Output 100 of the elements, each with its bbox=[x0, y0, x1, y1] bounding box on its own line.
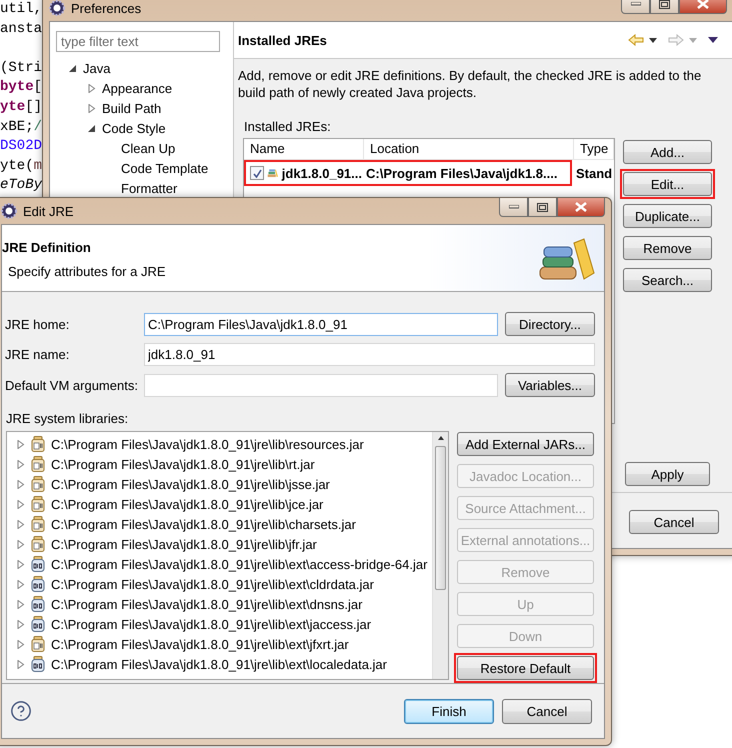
input-field[interactable] bbox=[144, 374, 498, 396]
browse-button[interactable]: Variables... bbox=[505, 373, 595, 397]
cancel-button[interactable]: Cancel bbox=[629, 510, 719, 534]
code-line: byte[ bbox=[0, 78, 42, 98]
tree-item[interactable]: Appearance bbox=[102, 80, 172, 96]
collapsed-arrow-icon[interactable] bbox=[16, 620, 25, 628]
jar-icon bbox=[31, 476, 45, 492]
library-item[interactable]: C:\Program Files\Java\jdk1.8.0_91\jre\lib\charsets.jar bbox=[51, 516, 356, 532]
field-label: JRE name: bbox=[5, 347, 70, 362]
description-text: Add, remove or edit JRE definitions. By default, the checked JRE is added to the build path of newly created Java projects. bbox=[238, 67, 702, 101]
library-item[interactable]: C:\Program Files\Java\jdk1.8.0_91\jre\lib\ext\localedata.jar bbox=[51, 656, 387, 672]
collapsed-arrow-icon[interactable] bbox=[16, 640, 25, 648]
code-line: yte[] bbox=[0, 98, 42, 117]
library-item[interactable]: C:\Program Files\Java\jdk1.8.0_91\jre\lib\resources.jar bbox=[51, 436, 364, 452]
collapsed-arrow-icon[interactable] bbox=[16, 480, 25, 488]
jre-action-button[interactable]: Add... bbox=[623, 140, 712, 164]
maximize-icon bbox=[537, 202, 548, 212]
jar-icon bbox=[31, 616, 45, 632]
collapsed-arrow-icon[interactable] bbox=[16, 660, 25, 668]
library-item[interactable]: C:\Program Files\Java\jdk1.8.0_91\jre\lib\jfr.jar bbox=[51, 536, 317, 552]
jar-icon bbox=[31, 636, 45, 652]
close-button[interactable] bbox=[557, 198, 605, 217]
dropdown-icon[interactable] bbox=[649, 38, 657, 42]
jre-action-button[interactable]: Edit... bbox=[623, 172, 712, 196]
window-title: Edit JRE bbox=[23, 204, 74, 218]
tree-item[interactable]: Java bbox=[83, 60, 110, 76]
field-label: JRE home: bbox=[5, 316, 70, 332]
jar-icon bbox=[31, 516, 45, 532]
library-item[interactable]: C:\Program Files\Java\jdk1.8.0_91\jre\lib\jce.jar bbox=[51, 496, 324, 512]
maximize-button[interactable] bbox=[650, 0, 679, 14]
library-item[interactable]: C:\Program Files\Java\jdk1.8.0_91\jre\lib\rt.jar bbox=[51, 456, 315, 472]
page-title: Installed JREs bbox=[238, 32, 327, 48]
input-field[interactable]: C:\Program Files\Java\jdk1.8.0_91 bbox=[144, 312, 498, 336]
jar-icon bbox=[31, 556, 45, 572]
library-action-button[interactable]: Add External JARs... bbox=[457, 432, 594, 456]
app-icon bbox=[1, 203, 17, 219]
table-cell: jdk1.8.0_91... bbox=[282, 166, 362, 180]
window-title: Preferences bbox=[71, 0, 142, 16]
dialog-button[interactable]: Cancel bbox=[502, 698, 592, 724]
code-line: DS02D bbox=[0, 137, 42, 156]
libraries-label: JRE system libraries: bbox=[6, 411, 130, 426]
collapsed-arrow-icon[interactable] bbox=[16, 500, 25, 508]
jre-action-button[interactable]: Search... bbox=[623, 268, 712, 292]
table-label: Installed JREs: bbox=[244, 119, 332, 134]
code-line: (Stri bbox=[0, 58, 42, 78]
jar-icon bbox=[31, 436, 45, 452]
collapsed-arrow-icon[interactable] bbox=[16, 560, 25, 568]
view-menu-icon[interactable] bbox=[708, 37, 718, 43]
column-header[interactable]: Name bbox=[244, 139, 364, 159]
collapsed-arrow-icon[interactable] bbox=[87, 104, 96, 112]
help-icon[interactable] bbox=[10, 700, 32, 722]
forward-arrow-icon[interactable] bbox=[668, 34, 684, 46]
column-header[interactable]: Location bbox=[364, 139, 574, 159]
tree-item[interactable]: Code Style bbox=[102, 120, 166, 136]
library-action-button[interactable]: Restore Default bbox=[457, 656, 594, 680]
collapsed-arrow-icon[interactable] bbox=[16, 460, 25, 468]
jre-action-button[interactable]: Duplicate... bbox=[623, 204, 712, 228]
library-item[interactable]: C:\Program Files\Java\jdk1.8.0_91\jre\lib\ext\jaccess.jar bbox=[51, 616, 372, 632]
jre-action-button[interactable]: Remove bbox=[623, 236, 712, 260]
apply-button[interactable]: Apply bbox=[625, 462, 710, 486]
code-line: eToBy bbox=[0, 176, 42, 196]
jar-icon bbox=[31, 536, 45, 552]
tree-item[interactable]: Clean Up bbox=[121, 140, 176, 156]
table-cell: Stand bbox=[576, 166, 612, 180]
collapsed-arrow-icon[interactable] bbox=[87, 84, 96, 92]
tree-item[interactable]: Code Template bbox=[121, 160, 208, 176]
library-item[interactable]: C:\Program Files\Java\jdk1.8.0_91\jre\lib\ext\cldrdata.jar bbox=[51, 576, 374, 592]
minimize-button[interactable] bbox=[621, 0, 650, 14]
collapsed-arrow-icon[interactable] bbox=[16, 580, 25, 588]
collapsed-arrow-icon[interactable] bbox=[16, 520, 25, 528]
browse-button[interactable]: Directory... bbox=[505, 312, 595, 336]
close-button[interactable] bbox=[679, 0, 727, 14]
tree-item[interactable]: Formatter bbox=[121, 180, 178, 196]
filter-field[interactable]: type filter text bbox=[56, 31, 220, 52]
books-icon bbox=[267, 167, 279, 179]
tree-item[interactable]: Build Path bbox=[102, 100, 162, 116]
jar-icon bbox=[31, 576, 45, 592]
back-arrow-icon[interactable] bbox=[628, 34, 644, 46]
expanded-arrow-icon[interactable] bbox=[87, 124, 96, 132]
minimize-button[interactable] bbox=[499, 198, 528, 217]
collapsed-arrow-icon[interactable] bbox=[16, 440, 25, 448]
collapsed-arrow-icon[interactable] bbox=[16, 540, 25, 548]
dialog-button[interactable]: Finish bbox=[404, 698, 494, 724]
minimize-icon bbox=[630, 2, 640, 6]
collapsed-arrow-icon[interactable] bbox=[16, 600, 25, 608]
checkbox[interactable] bbox=[250, 166, 264, 180]
dialog-title: JRE Definition bbox=[2, 240, 92, 255]
expanded-arrow-icon[interactable] bbox=[68, 64, 77, 72]
library-item[interactable]: C:\Program Files\Java\jdk1.8.0_91\jre\lib\ext\access-bridge-64.jar bbox=[51, 556, 428, 572]
library-item[interactable]: C:\Program Files\Java\jdk1.8.0_91\jre\lib\jsse.jar bbox=[51, 476, 330, 492]
library-item[interactable]: C:\Program Files\Java\jdk1.8.0_91\jre\lib\ext\jfxrt.jar bbox=[51, 636, 349, 652]
code-line: ansta bbox=[0, 20, 42, 39]
maximize-icon bbox=[659, 0, 670, 8]
input-field[interactable]: jdk1.8.0_91 bbox=[144, 343, 595, 366]
code-line: yte(m bbox=[0, 156, 42, 176]
code-line: util, bbox=[0, 0, 42, 19]
scrollbar[interactable] bbox=[432, 432, 448, 679]
maximize-button[interactable] bbox=[528, 198, 557, 217]
column-header[interactable]: Type bbox=[574, 139, 614, 159]
library-item[interactable]: C:\Program Files\Java\jdk1.8.0_91\jre\lib\ext\dnsns.jar bbox=[51, 596, 362, 612]
